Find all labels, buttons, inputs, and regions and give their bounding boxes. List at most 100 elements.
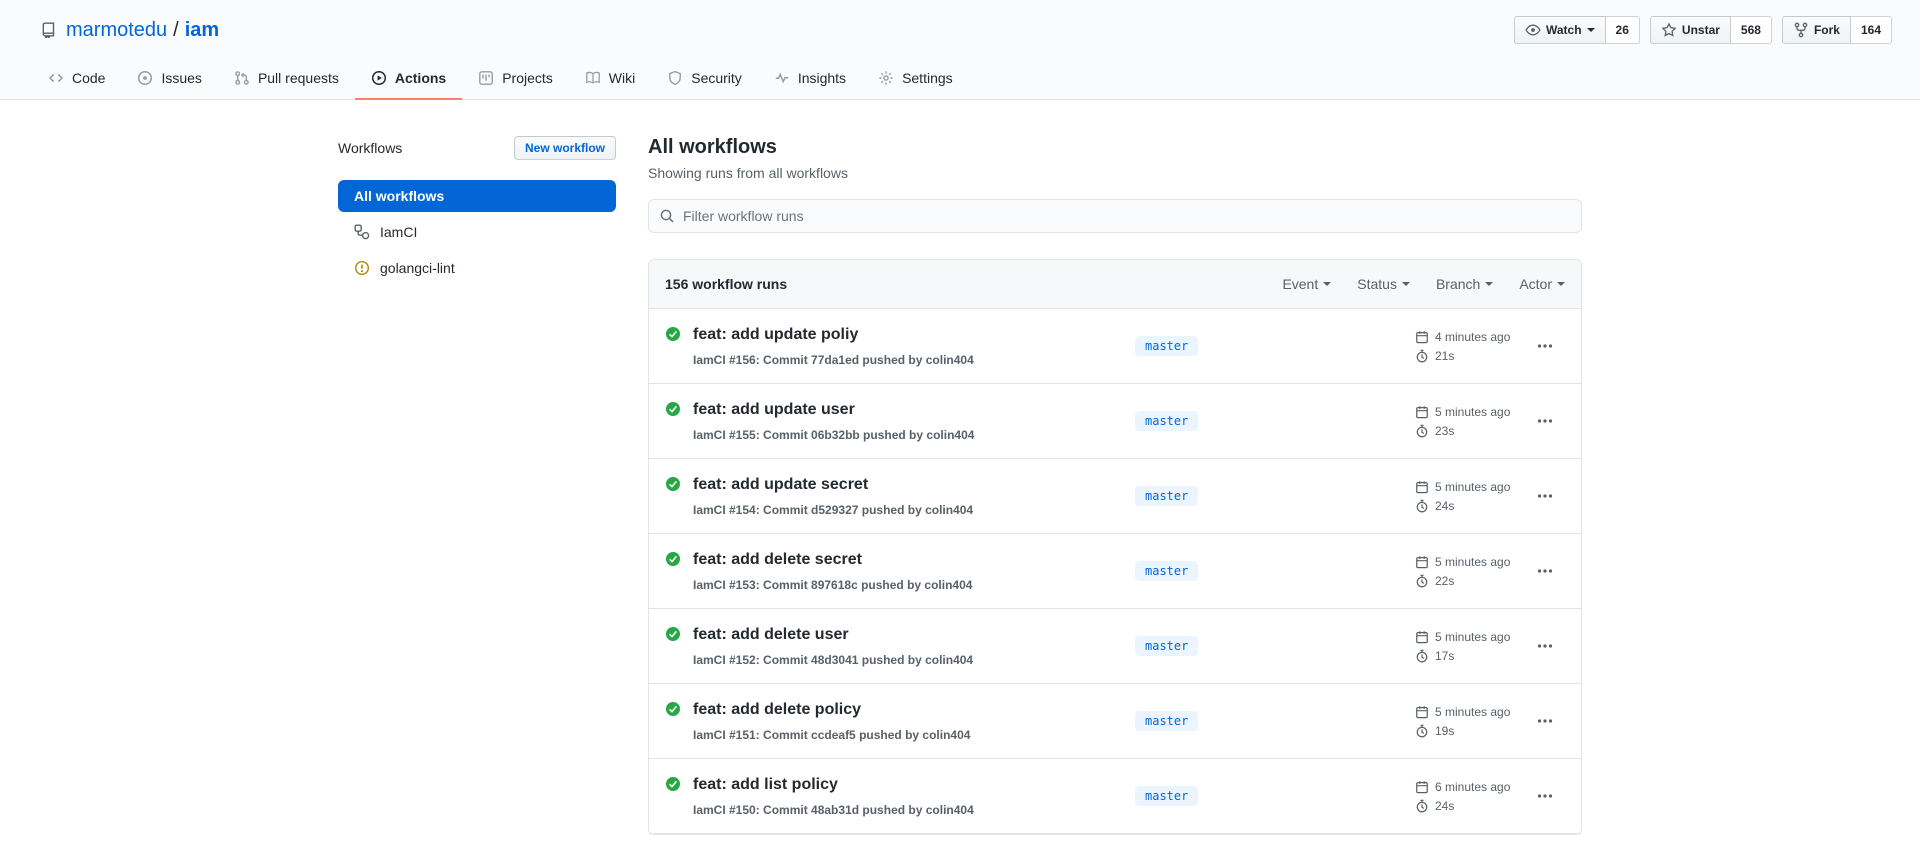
sidebar-item-iamci[interactable]: IamCI bbox=[338, 216, 616, 248]
calendar-icon bbox=[1415, 405, 1429, 419]
fork-count[interactable]: 164 bbox=[1850, 16, 1892, 44]
repo-owner-link[interactable]: marmotedu bbox=[66, 19, 167, 42]
success-check-icon bbox=[665, 551, 681, 594]
tab-insights[interactable]: Insights bbox=[758, 58, 862, 100]
run-title-link[interactable]: feat: add update poliy bbox=[693, 323, 858, 347]
branch-badge[interactable]: master bbox=[1135, 711, 1199, 731]
branch-badge[interactable]: master bbox=[1135, 561, 1199, 581]
run-title-link[interactable]: feat: add delete user bbox=[693, 623, 849, 647]
run-duration: 24s bbox=[1435, 498, 1455, 513]
run-options-button[interactable] bbox=[1525, 782, 1565, 810]
unstar-button[interactable]: Unstar bbox=[1649, 16, 1731, 44]
fork-button[interactable]: Fork bbox=[1781, 16, 1851, 44]
runs-header: 156 workflow runs Event Status Branch Ac… bbox=[649, 260, 1581, 309]
run-title-link[interactable]: feat: add list policy bbox=[693, 773, 838, 797]
run-main: feat: add delete user IamCI #152: Commit… bbox=[665, 623, 1135, 669]
run-options-button[interactable] bbox=[1525, 707, 1565, 735]
code-icon bbox=[48, 70, 64, 86]
runs-count-label: 156 workflow runs bbox=[665, 276, 788, 292]
branch-badge[interactable]: master bbox=[1135, 336, 1199, 356]
runs-filter-dropdown[interactable]: Actor bbox=[1519, 276, 1565, 292]
runs-filter-dropdown[interactable]: Branch bbox=[1436, 276, 1494, 292]
run-options-button[interactable] bbox=[1525, 557, 1565, 585]
tab-security[interactable]: Security bbox=[651, 58, 758, 100]
tab-label: Security bbox=[691, 70, 742, 86]
workflow-run-row: feat: add update poliy IamCI #156: Commi… bbox=[649, 309, 1581, 384]
run-duration: 21s bbox=[1435, 348, 1455, 363]
run-title-link[interactable]: feat: add update user bbox=[693, 398, 855, 422]
run-branch-cell: master bbox=[1135, 336, 1415, 356]
run-options-button[interactable] bbox=[1525, 332, 1565, 360]
pull-request-icon bbox=[234, 70, 250, 86]
watch-group: Watch 26 bbox=[1513, 16, 1640, 44]
watch-count[interactable]: 26 bbox=[1605, 16, 1640, 44]
run-options-button[interactable] bbox=[1525, 632, 1565, 660]
run-meta: IamCI #151: Commit ccdeaf5 pushed by col… bbox=[693, 728, 971, 742]
page-subtitle: Showing runs from all workflows bbox=[648, 165, 848, 181]
run-options-button[interactable] bbox=[1525, 482, 1565, 510]
run-time-line: 4 minutes ago bbox=[1415, 330, 1525, 344]
run-title-link[interactable]: feat: add delete policy bbox=[693, 698, 861, 722]
runs-list: feat: add update poliy IamCI #156: Commi… bbox=[649, 309, 1581, 834]
branch-badge[interactable]: master bbox=[1135, 486, 1199, 506]
tab-settings[interactable]: Settings bbox=[862, 58, 969, 100]
new-workflow-button[interactable]: New workflow bbox=[513, 136, 616, 160]
run-duration: 22s bbox=[1435, 573, 1455, 588]
watch-button[interactable]: Watch bbox=[1513, 16, 1606, 44]
success-check-icon bbox=[665, 401, 681, 444]
tab-label: Insights bbox=[797, 70, 847, 86]
run-time: 6 minutes ago bbox=[1435, 779, 1511, 794]
run-text: feat: add update user IamCI #155: Commit… bbox=[693, 398, 974, 444]
run-options-button[interactable] bbox=[1525, 407, 1565, 435]
filter-workflow-runs-input[interactable] bbox=[648, 199, 1582, 233]
run-title-link[interactable]: feat: add update secret bbox=[693, 473, 868, 497]
sidebar-item-label: All workflows bbox=[354, 188, 445, 204]
tab-label: Issues bbox=[161, 70, 202, 86]
run-time-line: 5 minutes ago bbox=[1415, 480, 1525, 494]
repo-name-link[interactable]: iam bbox=[185, 19, 219, 42]
run-branch-cell: master bbox=[1135, 711, 1415, 731]
workflows-main: All workflows Showing runs from all work… bbox=[648, 136, 1582, 835]
run-text: feat: add delete user IamCI #152: Commit… bbox=[693, 623, 973, 669]
workflow-run-row: feat: add list policy IamCI #150: Commit… bbox=[649, 759, 1581, 834]
run-title-link[interactable]: feat: add delete secret bbox=[693, 548, 862, 572]
workflow-run-row: feat: add delete secret IamCI #153: Comm… bbox=[649, 534, 1581, 609]
sidebar-item-golangci-lint[interactable]: golangci-lint bbox=[338, 252, 616, 284]
run-duration: 24s bbox=[1435, 798, 1455, 813]
star-count[interactable]: 568 bbox=[1730, 16, 1772, 44]
tab-issues[interactable]: Issues bbox=[121, 58, 217, 100]
alert-icon bbox=[354, 260, 370, 276]
success-check-icon bbox=[665, 626, 681, 669]
workflow-run-row: feat: add delete user IamCI #152: Commit… bbox=[649, 609, 1581, 684]
caret-down-icon bbox=[1323, 282, 1332, 290]
repo-breadcrumb: marmotedu / iam bbox=[66, 19, 219, 42]
calendar-icon bbox=[1415, 630, 1429, 644]
branch-badge[interactable]: master bbox=[1135, 411, 1199, 431]
run-time-line: 5 minutes ago bbox=[1415, 405, 1525, 419]
search-icon bbox=[659, 208, 675, 224]
repo-icon bbox=[40, 22, 56, 38]
run-meta: IamCI #156: Commit 77da1ed pushed by col… bbox=[693, 353, 974, 367]
page-header: marmotedu / iam Watch 26 Unstar 568 Fork… bbox=[0, 0, 1920, 100]
run-duration-line: 23s bbox=[1415, 424, 1525, 438]
runs-filter-dropdown[interactable]: Event bbox=[1282, 276, 1332, 292]
calendar-icon bbox=[1415, 705, 1429, 719]
sidebar-item-all-workflows[interactable]: All workflows bbox=[338, 180, 616, 212]
kebab-horizontal-icon bbox=[1537, 563, 1553, 579]
tab-projects[interactable]: Projects bbox=[462, 58, 569, 100]
tab-pull-requests[interactable]: Pull requests bbox=[218, 58, 355, 100]
runs-filter-dropdown[interactable]: Status bbox=[1357, 276, 1410, 292]
workflows-sidebar: Workflows New workflow All workflows Iam… bbox=[338, 136, 616, 288]
run-branch-cell: master bbox=[1135, 636, 1415, 656]
run-time: 4 minutes ago bbox=[1435, 329, 1511, 344]
tab-actions[interactable]: Actions bbox=[354, 58, 463, 100]
run-timing: 5 minutes ago 23s bbox=[1415, 405, 1525, 438]
watch-label: Watch bbox=[1545, 23, 1582, 37]
run-meta: IamCI #152: Commit 48d3041 pushed by col… bbox=[693, 653, 974, 667]
branch-badge[interactable]: master bbox=[1135, 786, 1199, 806]
tab-code[interactable]: Code bbox=[32, 58, 121, 100]
star-group: Unstar 568 bbox=[1649, 16, 1772, 44]
branch-badge[interactable]: master bbox=[1135, 636, 1199, 656]
tab-wiki[interactable]: Wiki bbox=[569, 58, 651, 100]
sidebar-item-label: golangci-lint bbox=[380, 260, 455, 276]
